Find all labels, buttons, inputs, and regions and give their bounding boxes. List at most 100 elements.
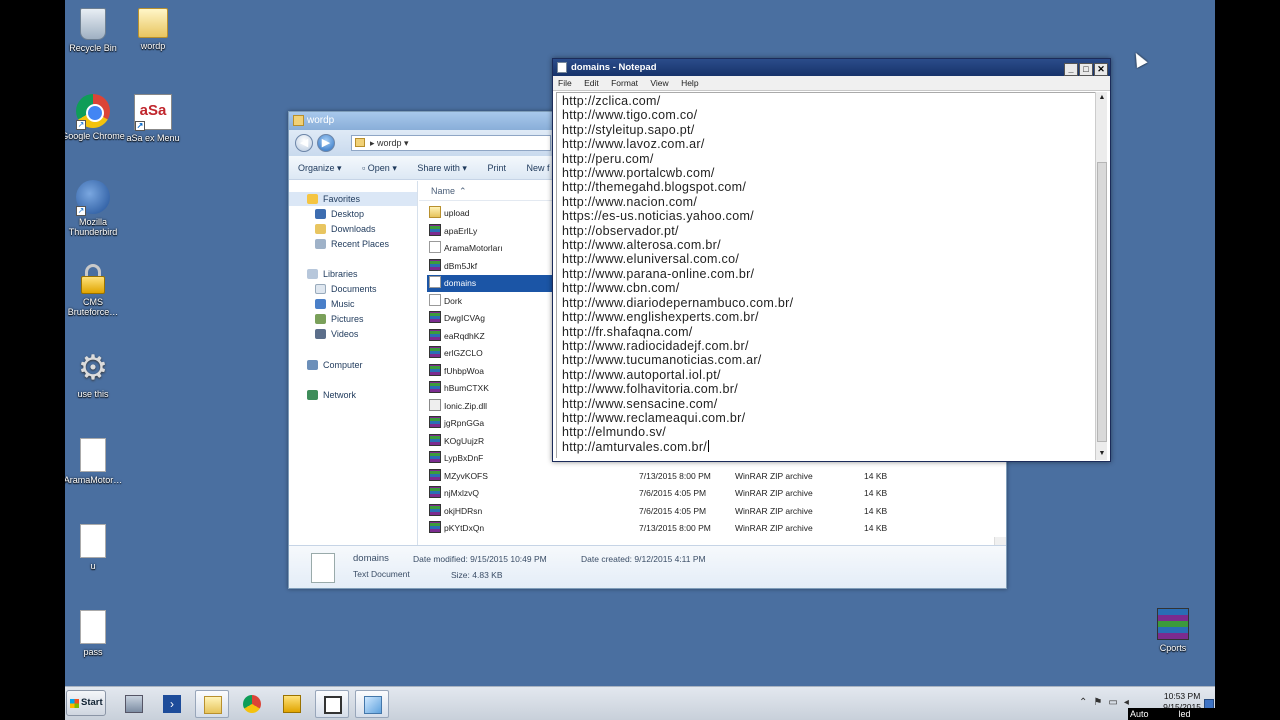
close-button[interactable]: ✕	[1094, 63, 1108, 76]
nav-libraries[interactable]: Libraries	[307, 267, 358, 281]
taskbar-explorer[interactable]	[195, 690, 229, 718]
desktop-icon-aramamotor[interactable]: AramaMotor…	[65, 438, 125, 485]
folder-icon	[204, 696, 222, 714]
file-row[interactable]: njMxlzvQ 7/6/2015 4:05 PM WinRAR ZIP archi…	[429, 485, 989, 502]
speaker-icon[interactable]: ◂	[1124, 697, 1135, 708]
scroll-down-icon[interactable]: ▼	[1097, 448, 1107, 460]
desktop-icon-use-this[interactable]: ⚙ use this	[65, 350, 125, 399]
notepad-titlebar[interactable]: domains - Notepad _ □ ✕	[553, 59, 1110, 76]
details-file-type: Text Document	[353, 569, 410, 579]
text-line: http://www.cbn.com/	[562, 281, 680, 296]
menu-edit[interactable]: Edit	[579, 76, 604, 91]
desktop-icon-label: aSa ex Menu	[126, 133, 180, 143]
print-button[interactable]: Print	[478, 156, 515, 179]
document-icon	[80, 610, 106, 644]
desktop-icon-label: CMS Bruteforce…	[67, 297, 119, 317]
document-icon	[429, 241, 441, 253]
notepad-window[interactable]: domains - Notepad _ □ ✕ File Edit Format V…	[552, 58, 1111, 462]
text-line: https://es-us.noticias.yahoo.com/	[562, 209, 754, 224]
notepad-text-area[interactable]: http://zclica.com/http://www.tigo.com.co…	[556, 92, 1095, 458]
pictures-icon	[315, 314, 326, 324]
winrar-icon	[429, 223, 441, 236]
details-size: Size: 4.83 KB	[451, 570, 503, 580]
text-line: http://www.nacion.com/	[562, 194, 698, 209]
menu-file[interactable]: File	[553, 76, 577, 91]
desktop-icon	[315, 209, 326, 219]
menu-view[interactable]: View	[645, 76, 673, 91]
file-name: okjHDRsn	[444, 505, 483, 516]
column-header-name[interactable]: Name	[431, 181, 455, 201]
file-type: WinRAR ZIP archive	[735, 523, 813, 533]
shortcut-arrow-icon: ↗	[76, 206, 86, 216]
file-list-scrollbar[interactable]: ▼	[994, 537, 1006, 545]
desktop-icon-label: Mozilla Thunderbird	[68, 217, 118, 237]
nav-network[interactable]: Network	[307, 388, 356, 402]
file-row[interactable]: MZyvKOFS 7/13/2015 8:00 PM WinRAR ZIP arch…	[429, 468, 989, 485]
nav-downloads[interactable]: Downloads	[315, 222, 376, 236]
menu-format[interactable]: Format	[606, 76, 643, 91]
back-button[interactable]: ◀	[295, 134, 313, 152]
file-date: 7/6/2015 4:05 PM	[639, 505, 707, 516]
tray-expand-icon[interactable]: ⌃	[1079, 697, 1093, 708]
nav-pictures[interactable]: Pictures	[315, 312, 364, 326]
taskbar-cms-bruteforce[interactable]	[275, 690, 309, 718]
desktop-icon-cports[interactable]: Cports	[1141, 608, 1205, 653]
nav-favorites[interactable]: Favorites	[289, 192, 417, 206]
nav-recent-places[interactable]: Recent Places	[315, 237, 389, 251]
taskbar-powershell[interactable]: ›	[155, 690, 189, 718]
file-row[interactable]: pKYtDxQn 7/13/2015 8:00 PM WinRAR ZIP arch…	[429, 520, 989, 537]
menu-help[interactable]: Help	[676, 76, 703, 91]
taskbar-server-manager[interactable]	[117, 690, 151, 718]
winrar-icon	[429, 433, 441, 446]
taskbar-chrome[interactable]	[235, 690, 269, 718]
desktop-icon-u[interactable]: u	[65, 524, 125, 571]
address-input[interactable]: ▸ wordp ▾	[351, 135, 551, 151]
desktop-icon-cms-bruteforce[interactable]: CMS Bruteforce…	[65, 264, 125, 317]
scroll-up-icon[interactable]: ▲	[1097, 92, 1107, 104]
desktop-icon-pass[interactable]: pass	[65, 610, 125, 657]
desktop-icon-asa-ex-menu[interactable]: aSa ↗ aSa ex Menu	[121, 94, 185, 143]
text-line: http://www.parana-online.com.br/	[562, 266, 755, 281]
desktop-icon-thunderbird[interactable]: ↗ Mozilla Thunderbird	[65, 180, 125, 237]
notepad-scrollbar[interactable]: ▲ ▼	[1095, 92, 1107, 460]
shortcut-arrow-icon: ↗	[135, 121, 145, 131]
folder-icon	[138, 8, 168, 38]
winrar-icon	[429, 346, 441, 358]
share-with-button[interactable]: Share with ▾	[408, 156, 476, 179]
details-date-created: Date created: 9/12/2015 4:11 PM	[581, 554, 706, 564]
nav-computer[interactable]: Computer	[307, 358, 363, 372]
file-date: 7/13/2015 8:00 PM	[639, 470, 711, 481]
document-icon	[80, 438, 106, 472]
text-line: http://www.alterosa.com.br/	[562, 238, 721, 253]
taskbar-notepad[interactable]	[355, 690, 389, 718]
minimize-button[interactable]: _	[1064, 63, 1078, 76]
maximize-button[interactable]: □	[1079, 63, 1093, 76]
videos-icon	[315, 329, 326, 339]
taskbar-app-window[interactable]	[315, 690, 349, 718]
organize-button[interactable]: Organize ▾	[289, 156, 351, 179]
nav-music[interactable]: Music	[315, 297, 355, 311]
flag-icon[interactable]: ⚑	[1093, 697, 1108, 708]
nav-desktop[interactable]: Desktop	[315, 207, 364, 221]
open-button[interactable]: ▫ Open ▾	[353, 156, 406, 179]
computer-icon	[307, 360, 318, 370]
scrollbar-thumb[interactable]	[1097, 162, 1107, 442]
file-row[interactable]: okjHDRsn 7/6/2015 4:05 PM WinRAR ZIP archi…	[429, 503, 989, 520]
text-line: http://themegahd.blogspot.com/	[562, 180, 747, 195]
text-line: http://peru.com/	[562, 151, 654, 166]
file-name: AramaMotorları	[444, 243, 503, 253]
network-icon[interactable]: ▭	[1108, 697, 1123, 708]
file-row[interactable]: domains	[427, 275, 557, 292]
notepad-icon	[557, 62, 567, 73]
text-line: http://styleitup.sapo.pt/	[562, 122, 695, 137]
desktop-icon-label: pass	[83, 647, 103, 657]
desktop-icon-recycle-bin[interactable]: Recycle Bin	[65, 8, 125, 53]
nav-documents[interactable]: Documents	[315, 282, 377, 296]
nav-videos[interactable]: Videos	[315, 327, 358, 341]
start-button[interactable]: Start	[66, 690, 106, 716]
file-name: domains	[444, 278, 477, 288]
forward-button[interactable]: ▶	[317, 134, 335, 152]
winrar-icon	[429, 486, 441, 498]
desktop-icon-wordp[interactable]: wordp	[121, 8, 185, 51]
desktop-icon-google-chrome[interactable]: ↗ Google Chrome	[65, 94, 125, 141]
